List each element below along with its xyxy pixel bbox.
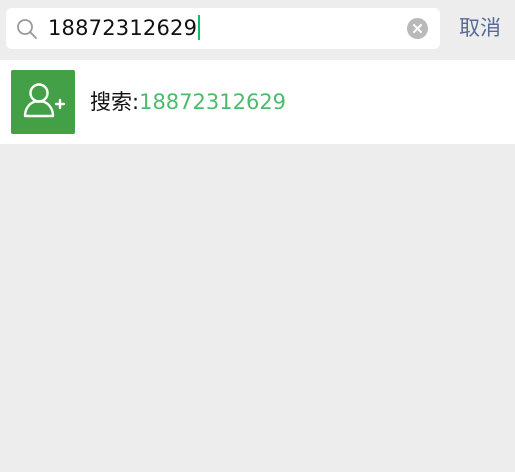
add-contact-icon: [11, 70, 75, 134]
search-bar: 18872312629 取消: [0, 0, 515, 58]
clear-icon[interactable]: [407, 18, 428, 39]
search-result-row[interactable]: 搜索:18872312629: [0, 60, 515, 144]
search-result-label: 搜索:18872312629: [90, 60, 286, 144]
search-result-query: 18872312629: [139, 90, 287, 114]
search-icon: [16, 18, 38, 40]
search-query-value: 18872312629: [48, 16, 198, 40]
search-input[interactable]: 18872312629: [6, 8, 440, 49]
text-caret: [198, 14, 201, 40]
cancel-button[interactable]: 取消: [452, 8, 508, 49]
search-query-text[interactable]: 18872312629: [48, 8, 201, 49]
search-result-prefix: 搜索:: [90, 90, 140, 114]
